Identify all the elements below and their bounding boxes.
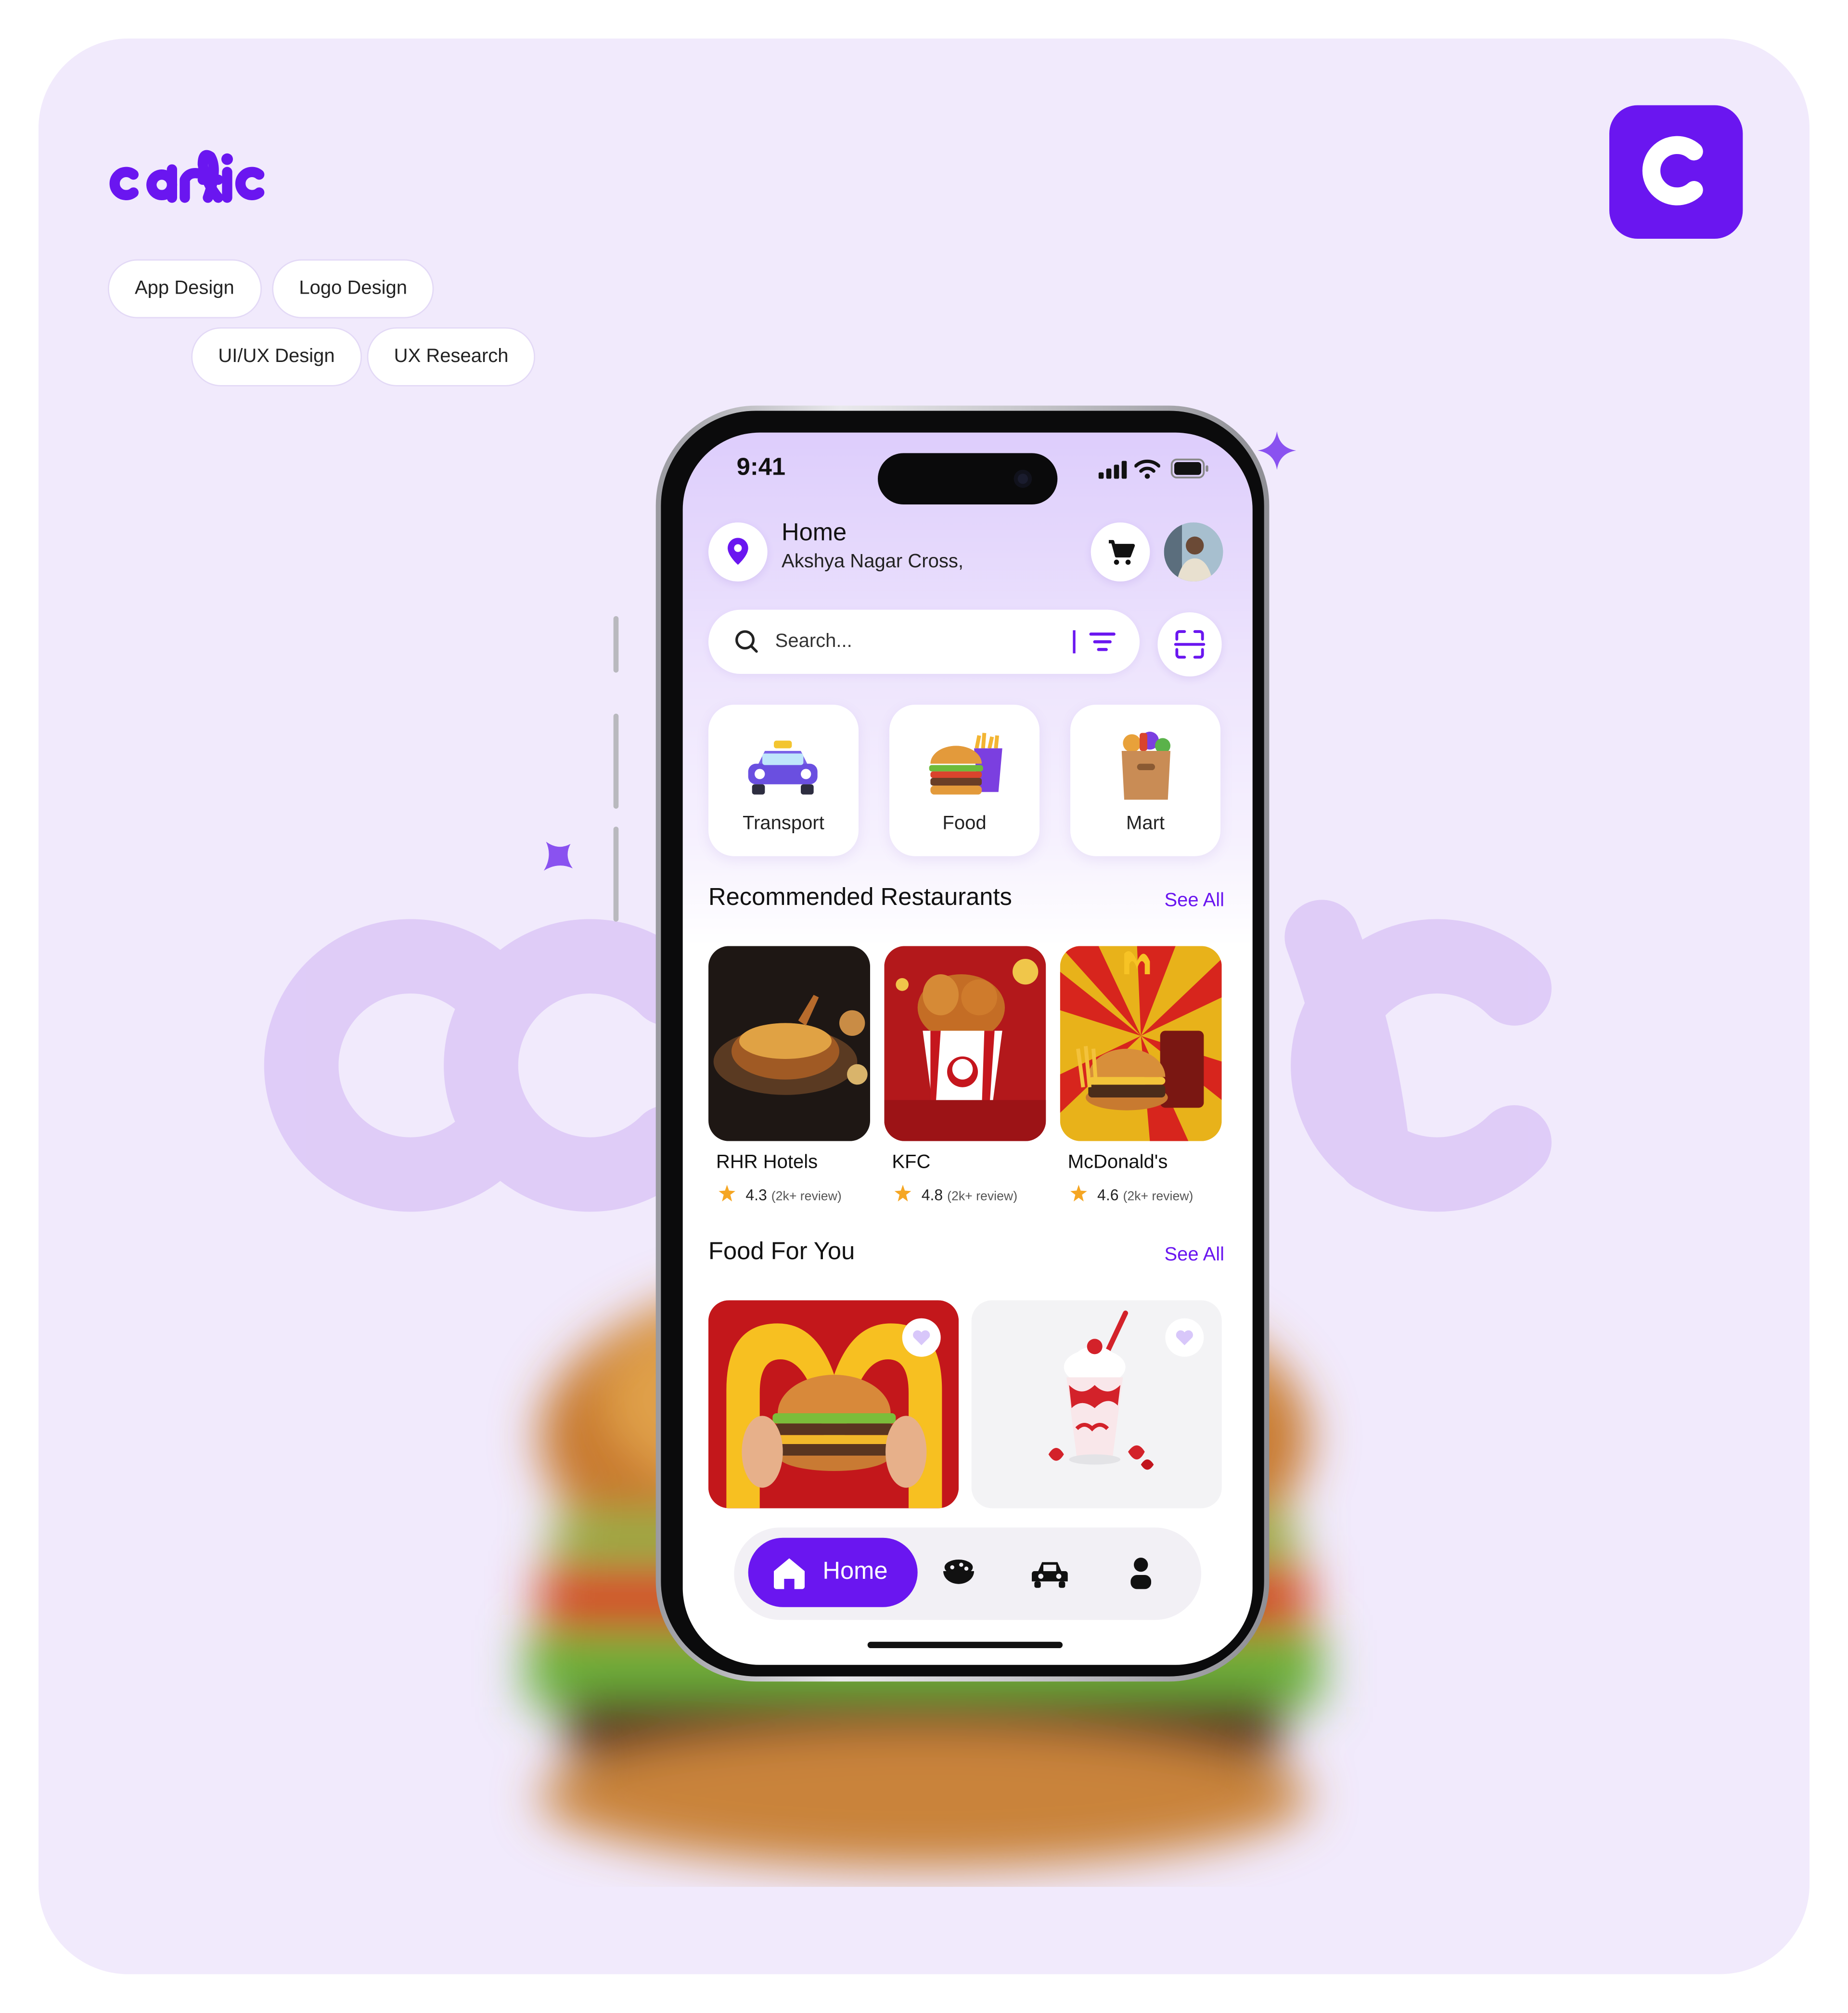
tag-app-design: App Design	[108, 259, 261, 319]
category-transport[interactable]: Transport	[708, 705, 859, 856]
location-address[interactable]: Akshya Nagar Cross,	[782, 551, 963, 572]
search-icon	[735, 630, 758, 653]
restaurant-name: McDonald's	[1067, 1151, 1168, 1174]
review-count: (2k+ review)	[1123, 1190, 1194, 1204]
phone-side-button	[613, 713, 619, 809]
phone-side-button	[613, 616, 619, 673]
rating-value: 4.8	[921, 1186, 943, 1204]
search-divider	[1073, 630, 1076, 654]
category-food[interactable]: Food	[889, 705, 1040, 856]
category-label: Mart	[1126, 813, 1165, 835]
app-screen: 9:41 Home Akshya Nagar Cross, Search... …	[682, 432, 1253, 1665]
heart-icon	[1176, 1330, 1193, 1345]
category-label: Food	[942, 813, 987, 835]
home-indicator	[867, 1641, 1063, 1649]
nav-home-button[interactable]: Home	[748, 1537, 918, 1607]
tag-uiux-design: UI/UX Design	[191, 327, 362, 387]
grocery-bag-icon	[1121, 732, 1171, 800]
see-all-restaurants-link[interactable]: See All	[1164, 890, 1224, 911]
section-title-food-for-you: Food For You	[708, 1239, 855, 1266]
cart-button[interactable]	[1091, 522, 1150, 582]
location-pin-icon	[728, 538, 748, 565]
signal-icon	[1098, 461, 1127, 479]
portfolio-canvas: App Design Logo Design UI/UX Design UX R…	[0, 0, 1848, 2013]
review-count: (2k+ review)	[771, 1190, 842, 1204]
section-title-recommended: Recommended Restaurants	[708, 884, 1012, 912]
restaurant-rating: 4.6 (2k+ review)	[1070, 1185, 1193, 1204]
restaurant-rating: 4.8 (2k+ review)	[894, 1185, 1018, 1204]
favorite-button[interactable]	[902, 1318, 941, 1357]
restaurant-image-rhr	[708, 946, 871, 1141]
star-icon	[719, 1185, 736, 1202]
food-card-milkshake[interactable]	[971, 1300, 1222, 1509]
restaurant-name: KFC	[892, 1151, 931, 1174]
star-icon	[1070, 1185, 1087, 1202]
profile-icon[interactable]	[1129, 1556, 1153, 1589]
dynamic-island	[878, 453, 1058, 505]
filter-icon[interactable]	[1088, 630, 1116, 653]
scan-button[interactable]	[1157, 612, 1222, 677]
tag-logo-design: Logo Design	[272, 259, 434, 319]
tag-ux-research: UX Research	[367, 327, 536, 387]
rating-value: 4.6	[1097, 1186, 1119, 1204]
review-count: (2k+ review)	[947, 1190, 1018, 1204]
taxi-icon	[748, 740, 818, 795]
c-logo-icon	[1642, 136, 1703, 206]
brand-logo	[108, 141, 275, 214]
status-time: 9:41	[736, 454, 786, 482]
location-button[interactable]	[708, 522, 768, 582]
sparkle-icon	[1258, 431, 1296, 470]
heart-icon	[913, 1330, 930, 1345]
rating-value: 4.3	[745, 1186, 767, 1204]
burger-fries-icon	[929, 733, 1002, 795]
phone-side-button	[613, 826, 619, 922]
favorite-button[interactable]	[1165, 1318, 1204, 1357]
restaurant-card[interactable]: RHR Hotels 4.3 (2k+ review)	[708, 946, 871, 1204]
restaurant-image-kfc	[884, 946, 1046, 1141]
avatar[interactable]	[1164, 522, 1223, 582]
scan-icon	[1174, 630, 1206, 659]
restaurant-rating: 4.3 (2k+ review)	[719, 1185, 842, 1204]
home-icon	[774, 1558, 805, 1589]
restaurant-name: RHR Hotels	[716, 1151, 818, 1174]
category-mart[interactable]: Mart	[1070, 705, 1221, 856]
app-icon-badge	[1609, 105, 1743, 239]
location-title[interactable]: Home	[782, 520, 847, 548]
battery-icon	[1170, 458, 1208, 478]
restaurant-image-mcdonalds	[1060, 946, 1222, 1141]
search-bar[interactable]: Search...	[708, 609, 1140, 674]
food-card-burger[interactable]	[708, 1300, 959, 1509]
camera-icon	[1014, 470, 1032, 488]
nav-home-label: Home	[822, 1558, 888, 1586]
restaurant-card[interactable]: KFC 4.8 (2k+ review)	[884, 946, 1046, 1204]
food-bowl-icon[interactable]	[939, 1558, 978, 1589]
search-input[interactable]: Search...	[775, 630, 852, 652]
car-icon[interactable]	[1030, 1558, 1069, 1589]
cart-icon	[1109, 540, 1135, 565]
star-icon	[894, 1185, 911, 1202]
see-all-food-link[interactable]: See All	[1164, 1244, 1224, 1265]
phone-mockup: 9:41 Home Akshya Nagar Cross, Search... …	[655, 405, 1270, 1682]
wifi-icon	[1134, 459, 1160, 479]
showcase-card: App Design Logo Design UI/UX Design UX R…	[38, 39, 1810, 1974]
category-label: Transport	[743, 813, 824, 835]
bottom-navigation: Home	[734, 1527, 1202, 1620]
restaurant-card[interactable]: McDonald's 4.6 (2k+ review)	[1060, 946, 1222, 1204]
